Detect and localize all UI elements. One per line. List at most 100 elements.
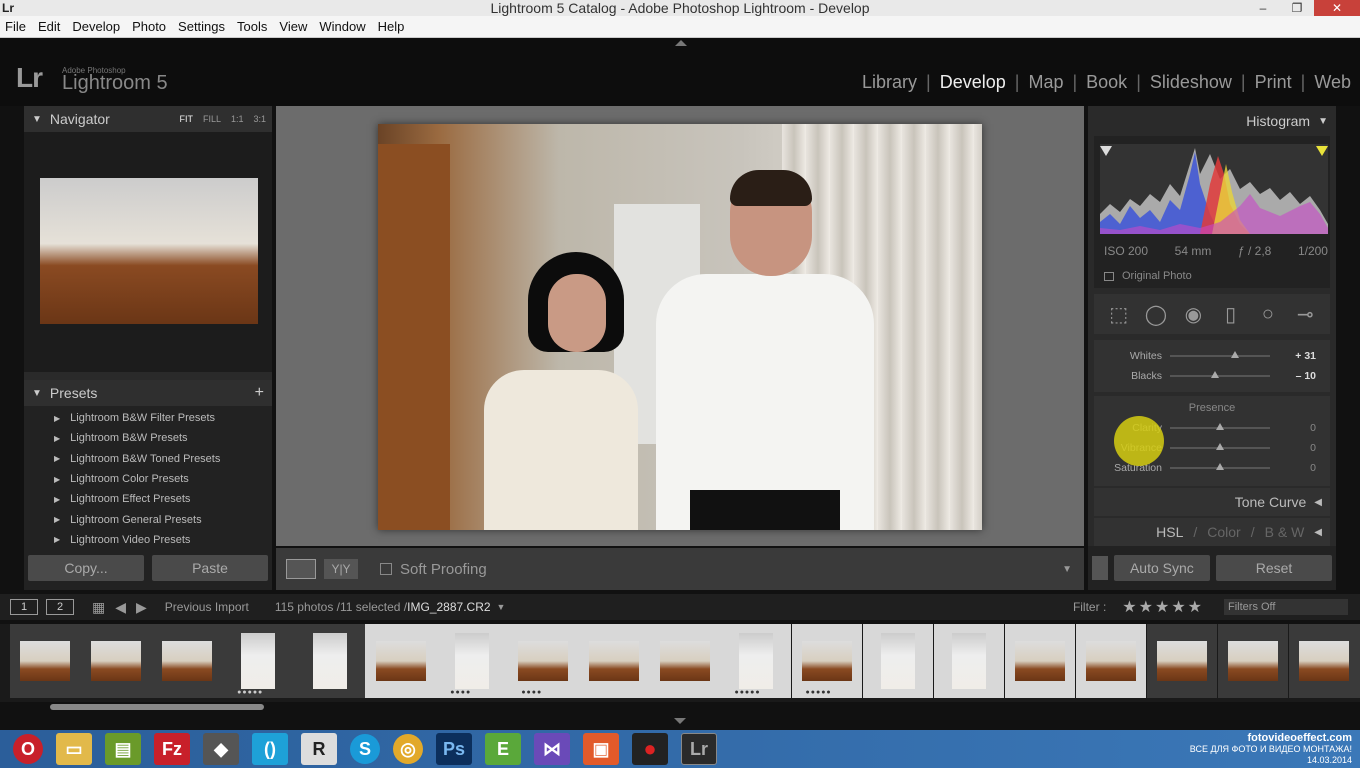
- filmstrip-scrollbar[interactable]: [50, 704, 264, 710]
- menu-window[interactable]: Window: [314, 19, 372, 34]
- tab-color[interactable]: Color: [1207, 524, 1240, 540]
- slider-knob[interactable]: [1216, 423, 1224, 430]
- histogram-graph[interactable]: [1100, 144, 1328, 234]
- filmstrip-thumbnail[interactable]: [1075, 624, 1147, 698]
- preset-folder[interactable]: ▶ Lightroom B&W Presets: [24, 428, 272, 448]
- reset-button[interactable]: Reset: [1216, 555, 1332, 581]
- collapse-triangle-icon[interactable]: ▼: [1318, 116, 1328, 127]
- collapse-triangle-icon[interactable]: ▼: [32, 388, 42, 399]
- chrome-icon[interactable]: ◎: [393, 734, 423, 764]
- expand-triangle-icon[interactable]: ▶: [54, 495, 60, 504]
- radial-filter-icon[interactable]: ○: [1256, 302, 1280, 326]
- filezilla-icon[interactable]: Fz: [154, 733, 190, 765]
- paste-button[interactable]: Paste: [152, 555, 268, 581]
- close-button[interactable]: ✕: [1314, 0, 1360, 16]
- slider-value[interactable]: + 31: [1270, 350, 1316, 362]
- filters-dropdown[interactable]: Filters Off: [1224, 599, 1348, 615]
- r-app-icon[interactable]: R: [301, 733, 337, 765]
- slider-value[interactable]: 0: [1270, 462, 1316, 474]
- red-eye-icon[interactable]: ◉: [1181, 302, 1205, 326]
- record-icon[interactable]: ●: [632, 733, 668, 765]
- current-filename[interactable]: IMG_2887.CR2: [407, 600, 490, 614]
- menu-tools[interactable]: Tools: [232, 19, 274, 34]
- spot-removal-icon[interactable]: ◯: [1144, 302, 1168, 326]
- filename-dropdown-icon[interactable]: ▼: [497, 602, 506, 612]
- filmstrip-thumbnail[interactable]: [152, 624, 223, 698]
- visual-studio-icon[interactable]: ⋈: [534, 733, 570, 765]
- expand-triangle-icon[interactable]: ▶: [54, 414, 60, 423]
- expand-triangle-icon[interactable]: ▶: [54, 434, 60, 443]
- menu-help[interactable]: Help: [373, 19, 412, 34]
- filmstrip-thumbnail[interactable]: [862, 624, 934, 698]
- collapse-triangle-icon[interactable]: ▼: [32, 114, 42, 125]
- preset-folder[interactable]: ▶ Lightroom B&W Toned Presets: [24, 449, 272, 469]
- zoom-1-1[interactable]: 1:1: [231, 114, 244, 124]
- skype-icon[interactable]: S: [350, 734, 380, 764]
- file-explorer-icon[interactable]: ▭: [56, 733, 92, 765]
- presets-header[interactable]: ▼ Presets +: [24, 380, 272, 406]
- preset-folder[interactable]: ▶ Lightroom General Presets: [24, 509, 272, 529]
- copy-button[interactable]: Copy...: [28, 555, 144, 581]
- navigator-preview[interactable]: [24, 132, 272, 372]
- module-print[interactable]: Print: [1246, 72, 1301, 93]
- filmstrip-thumbnail[interactable]: [10, 624, 81, 698]
- filmstrip-thumbnail[interactable]: [1288, 624, 1360, 698]
- slider-knob[interactable]: [1231, 351, 1239, 358]
- before-after-button[interactable]: Y|Y: [324, 559, 358, 579]
- slider-knob[interactable]: [1211, 371, 1219, 378]
- hsl-header[interactable]: HSL / Color / B & W ◀: [1094, 518, 1330, 546]
- preset-folder[interactable]: ▶ Lightroom B&W Filter Presets: [24, 408, 272, 428]
- expand-triangle-icon[interactable]: ▶: [54, 475, 60, 484]
- navigator-thumbnail[interactable]: [40, 178, 258, 324]
- evernote-icon[interactable]: E: [485, 733, 521, 765]
- filmstrip-thumbnail[interactable]: [1004, 624, 1076, 698]
- slider-track[interactable]: [1170, 371, 1270, 378]
- menu-file[interactable]: File: [0, 19, 33, 34]
- back-arrow-icon[interactable]: ◀: [115, 599, 126, 616]
- auto-sync-button[interactable]: Auto Sync: [1113, 555, 1211, 581]
- graduated-filter-icon[interactable]: ▯: [1219, 302, 1243, 326]
- add-preset-icon[interactable]: +: [255, 384, 264, 402]
- tray-date[interactable]: 14.03.2014: [1190, 755, 1352, 766]
- blacks-slider[interactable]: Blacks – 10: [1094, 366, 1330, 386]
- slider-value[interactable]: 0: [1270, 422, 1316, 434]
- filmstrip-thumbnail[interactable]: [1146, 624, 1218, 698]
- zoom-fit[interactable]: FIT: [179, 114, 193, 124]
- expand-triangle-icon[interactable]: ◀: [1314, 497, 1322, 508]
- minimize-button[interactable]: –: [1246, 0, 1280, 16]
- maximize-button[interactable]: ❐: [1280, 0, 1314, 16]
- filmstrip-thumbnail[interactable]: [933, 624, 1005, 698]
- filmstrip-thumbnail[interactable]: ●●●●: [436, 624, 507, 698]
- crop-icon[interactable]: ⬚: [1107, 302, 1131, 326]
- histogram-header[interactable]: Histogram ▼: [1088, 106, 1336, 136]
- module-book[interactable]: Book: [1077, 72, 1136, 93]
- sync-switch-icon[interactable]: [1092, 556, 1108, 580]
- filmstrip-thumbnail[interactable]: [578, 624, 650, 698]
- filmstrip-thumbnail[interactable]: [294, 624, 365, 698]
- loupe-view-icon[interactable]: [286, 559, 316, 579]
- slider-track[interactable]: [1170, 443, 1270, 450]
- module-map[interactable]: Map: [1019, 72, 1072, 93]
- slider-knob[interactable]: [1216, 443, 1224, 450]
- slider-knob[interactable]: [1216, 463, 1224, 470]
- presentation-app-icon[interactable]: ▣: [583, 733, 619, 765]
- slider-value[interactable]: 0: [1270, 442, 1316, 454]
- toolbar-menu-icon[interactable]: ▼: [1062, 564, 1072, 575]
- app-icon[interactable]: ◆: [203, 733, 239, 765]
- grid-view-icon[interactable]: ▦: [92, 599, 105, 616]
- original-photo-toggle[interactable]: Original Photo: [1104, 270, 1192, 282]
- filmstrip-thumbnail[interactable]: ●●●●●: [720, 624, 792, 698]
- photo-canvas[interactable]: [276, 106, 1084, 546]
- expand-triangle-icon[interactable]: ▶: [54, 535, 60, 544]
- photoshop-icon[interactable]: Ps: [436, 733, 472, 765]
- menu-settings[interactable]: Settings: [173, 19, 232, 34]
- filmstrip-thumbnail[interactable]: [81, 624, 152, 698]
- navigator-header[interactable]: ▼ Navigator FIT FILL 1:1 3:1: [24, 106, 272, 132]
- menu-develop[interactable]: Develop: [67, 19, 127, 34]
- filmstrip-thumbnail[interactable]: [365, 624, 436, 698]
- collapse-top-icon[interactable]: [675, 40, 687, 46]
- lightroom-taskbar-icon[interactable]: Lr: [681, 733, 717, 765]
- forward-arrow-icon[interactable]: ▶: [136, 599, 147, 616]
- expand-triangle-icon[interactable]: ▶: [54, 454, 60, 463]
- soft-proofing-checkbox[interactable]: [380, 563, 392, 575]
